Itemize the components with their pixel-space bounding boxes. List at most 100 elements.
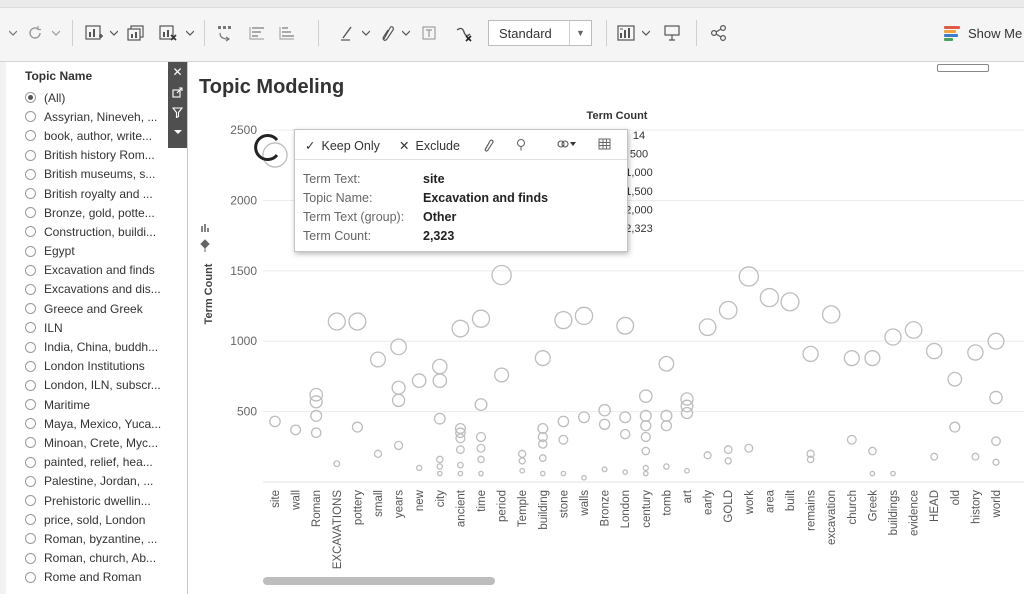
scrollbar-thumb[interactable]: [263, 577, 495, 585]
filter-option[interactable]: Rome and Roman: [25, 568, 185, 587]
exclude-button[interactable]: ✕ Exclude: [399, 138, 460, 154]
highlight-dropdown-icon[interactable]: [360, 22, 372, 44]
filter-option[interactable]: Construction, buildi...: [25, 222, 185, 241]
view-data-icon[interactable]: [598, 138, 611, 150]
filter-option[interactable]: Palestine, Jordan, ...: [25, 472, 185, 491]
filter-option[interactable]: Assyrian, Nineveh, ...: [25, 107, 185, 126]
clear-highlight-icon[interactable]: [452, 22, 476, 44]
radio-button[interactable]: [25, 475, 36, 487]
filter-option-label: Bronze, gold, potte...: [44, 205, 155, 220]
filter-option-label: painted, relief, hea...: [44, 455, 153, 470]
filter-option[interactable]: Roman, church, Ab...: [25, 549, 185, 568]
radio-button[interactable]: [25, 399, 36, 411]
radio-button[interactable]: [25, 418, 36, 430]
radio-button[interactable]: [25, 207, 36, 219]
radio-button[interactable]: [25, 456, 36, 468]
refresh-icon[interactable]: [24, 22, 46, 44]
radio-button[interactable]: [25, 437, 36, 449]
filter-option[interactable]: London, ILN, subscr...: [25, 376, 185, 395]
radio-button[interactable]: [25, 226, 36, 238]
radio-button[interactable]: [25, 92, 36, 104]
radio-button[interactable]: [25, 341, 36, 353]
filter-option[interactable]: Excavation and finds: [25, 261, 185, 280]
radio-button[interactable]: [25, 303, 36, 315]
horizontal-scrollbar[interactable]: [263, 576, 1024, 586]
radio-button[interactable]: [25, 495, 36, 507]
fit-view-icon[interactable]: [614, 22, 638, 44]
filter-option[interactable]: price, sold, London: [25, 510, 185, 529]
radio-button[interactable]: [25, 283, 36, 295]
filter-option[interactable]: Prehistoric dwellin...: [25, 491, 185, 510]
sort-ascending-icon[interactable]: [246, 22, 268, 44]
radio-button[interactable]: [25, 188, 36, 200]
filter-option[interactable]: Roman, byzantine, ...: [25, 529, 185, 548]
data-point: [843, 350, 860, 367]
keep-only-button[interactable]: ✓ Keep Only: [305, 138, 380, 154]
presentation-mode-icon[interactable]: [660, 22, 684, 44]
filter-option[interactable]: British royalty and ...: [25, 184, 185, 203]
radio-button[interactable]: [25, 264, 36, 276]
filter-option[interactable]: Maya, Mexico, Yuca...: [25, 414, 185, 433]
data-point: [455, 445, 465, 455]
pop-out-icon[interactable]: [168, 82, 187, 102]
filter-option[interactable]: London Institutions: [25, 357, 185, 376]
clear-sheet-dropdown-icon[interactable]: [184, 22, 196, 44]
filter-option[interactable]: British museums, s...: [25, 165, 185, 184]
mark-type-select[interactable]: Standard ▼: [488, 20, 592, 46]
filter-option[interactable]: Minoan, Crete, Myc...: [25, 433, 185, 452]
radio-button[interactable]: [25, 111, 36, 123]
new-worksheet-dropdown-icon[interactable]: [108, 22, 120, 44]
radio-button[interactable]: [25, 322, 36, 334]
new-worksheet-icon[interactable]: [82, 22, 106, 44]
radio-button[interactable]: [25, 533, 36, 545]
link-menu-icon[interactable]: [557, 138, 577, 150]
close-icon[interactable]: ✕: [168, 62, 187, 82]
group-dropdown-icon[interactable]: [400, 22, 412, 44]
filter-option[interactable]: Greece and Greek: [25, 299, 185, 318]
sort-descending-icon[interactable]: [276, 22, 298, 44]
filter-option[interactable]: India, China, buddh...: [25, 337, 185, 356]
mark-type-dropdown-icon[interactable]: ▼: [569, 21, 591, 45]
data-point: [457, 470, 464, 477]
duplicate-sheet-icon[interactable]: [124, 22, 148, 44]
data-point: [869, 470, 876, 477]
radio-button[interactable]: [25, 514, 36, 526]
show-mark-labels-icon[interactable]: [418, 22, 440, 44]
show-me-button[interactable]: Show Me: [944, 22, 1022, 44]
group-members-icon[interactable]: [481, 138, 495, 152]
toolbar-top-strip: [0, 0, 1024, 8]
fit-view-dropdown-icon[interactable]: [640, 22, 652, 44]
swap-rows-columns-icon[interactable]: [214, 22, 238, 44]
filter-funnel-icon[interactable]: [168, 102, 187, 122]
share-icon[interactable]: [708, 22, 730, 44]
radio-button[interactable]: [25, 245, 36, 257]
radio-button[interactable]: [25, 360, 36, 372]
filter-option[interactable]: Bronze, gold, potte...: [25, 203, 185, 222]
radio-button[interactable]: [25, 168, 36, 180]
filter-option[interactable]: painted, relief, hea...: [25, 453, 185, 472]
filter-option[interactable]: book, author, write...: [25, 126, 185, 145]
toolbar-divider: [204, 20, 205, 46]
filter-option[interactable]: British history Rom...: [25, 146, 185, 165]
radio-button[interactable]: [25, 552, 36, 564]
create-set-icon[interactable]: [515, 138, 527, 152]
filter-option[interactable]: Maritime: [25, 395, 185, 414]
refresh-dropdown-icon[interactable]: [50, 22, 62, 44]
filter-option-label: Maritime: [44, 397, 91, 412]
radio-button[interactable]: [25, 149, 36, 161]
data-point: [269, 415, 281, 428]
filter-option[interactable]: (All): [25, 88, 185, 107]
toolbar-dropdown-icon[interactable]: [6, 22, 20, 44]
radio-button[interactable]: [25, 379, 36, 391]
filter-option[interactable]: ILN: [25, 318, 185, 337]
group-members-icon[interactable]: [376, 22, 398, 44]
highlight-pen-icon[interactable]: [336, 22, 358, 44]
data-point: [638, 389, 653, 403]
card-menu-dropdown-icon[interactable]: [168, 122, 187, 142]
radio-button[interactable]: [25, 571, 36, 583]
filter-option[interactable]: Excavations and dis...: [25, 280, 185, 299]
radio-button[interactable]: [25, 130, 36, 142]
filter-option[interactable]: Egypt: [25, 242, 185, 261]
data-point: [491, 264, 512, 286]
clear-sheet-icon[interactable]: [156, 22, 180, 44]
